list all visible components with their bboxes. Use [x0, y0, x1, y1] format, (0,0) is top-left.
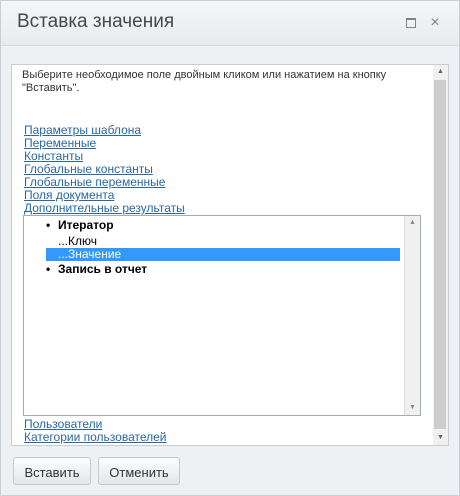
list-item[interactable]: • Итератор — [46, 219, 114, 232]
link-user-categories[interactable]: Категории пользователей — [24, 431, 424, 444]
scroll-up-icon[interactable]: ▲ — [433, 65, 448, 79]
list-item[interactable]: • Запись в отчет — [46, 263, 147, 276]
bullet-icon: • — [46, 218, 51, 232]
category-links-bottom: Пользователи Категории пользователей — [24, 418, 424, 444]
scroll-up-icon[interactable]: ▲ — [405, 216, 420, 230]
category-links-top: Параметры шаблона Переменные Константы Г… — [24, 124, 424, 215]
list-item-label: Запись в отчет — [58, 262, 148, 276]
scroll-down-icon[interactable]: ▼ — [405, 401, 420, 415]
listbox-items: • Итератор ...Ключ ...Значение • Запись в … — [24, 216, 405, 415]
insert-value-dialog: Вставка значения × Выберите необходимое … — [0, 0, 460, 496]
dialog-title: Вставка значения — [17, 11, 175, 32]
cancel-button[interactable]: Отменить — [98, 457, 180, 485]
listbox-scrollbar[interactable]: ▲ ▼ — [404, 216, 420, 415]
title-bar[interactable]: Вставка значения × — [1, 1, 459, 46]
insert-button[interactable]: Вставить — [13, 457, 91, 485]
instruction-text: Выберите необходимое поле двойным кликом… — [22, 69, 387, 94]
close-icon[interactable]: × — [427, 15, 443, 31]
link-additional-results[interactable]: Дополнительные результаты — [24, 202, 424, 215]
scroll-down-icon[interactable]: ▼ — [433, 431, 448, 445]
list-item-selected[interactable]: ...Значение — [46, 248, 400, 261]
content-scrollbar[interactable]: ▲ ▼ — [433, 65, 448, 445]
link-variables[interactable]: Переменные — [24, 137, 424, 150]
bullet-icon: • — [46, 262, 51, 276]
maximize-icon[interactable] — [403, 15, 419, 31]
scroll-thumb[interactable] — [434, 80, 446, 429]
field-listbox[interactable]: • Итератор ...Ключ ...Значение • Запись в … — [23, 215, 421, 416]
content-panel: Выберите необходимое поле двойным кликом… — [11, 64, 449, 446]
list-item-label: Итератор — [58, 218, 114, 232]
